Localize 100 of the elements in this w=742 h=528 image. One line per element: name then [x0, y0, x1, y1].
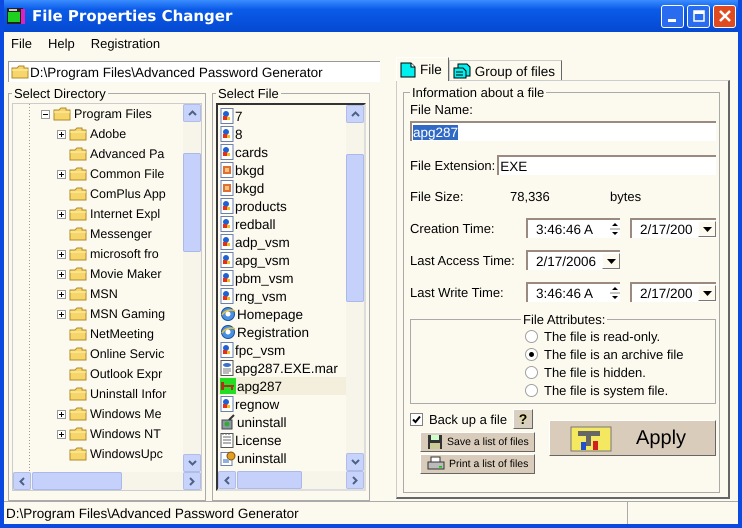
path-field[interactable]: D:\Program Files\Advanced Password Generator	[8, 61, 380, 82]
file-item[interactable]: cards	[218, 143, 346, 161]
file-item[interactable]: bkgd	[218, 179, 346, 197]
date-picker[interactable]: 2/17/200	[630, 282, 716, 302]
minimize-button[interactable]	[661, 4, 684, 28]
tree-item[interactable]: Advanced Pa	[90, 147, 164, 161]
menu-item[interactable]: File	[11, 36, 32, 51]
expand-toggle[interactable]	[57, 170, 66, 178]
radio-button[interactable]	[525, 366, 538, 378]
scroll-up-button[interactable]	[183, 104, 201, 122]
menu-item[interactable]: Registration	[90, 36, 160, 51]
file-item[interactable]: Homepage	[218, 305, 346, 323]
file-item[interactable]: 8	[218, 125, 346, 143]
checkbox-label: Back up a file	[429, 412, 508, 426]
tree-item[interactable]: MSN Gaming	[90, 307, 166, 321]
scroll-down-button[interactable]	[183, 454, 201, 472]
date-picker[interactable]: 2/17/2006	[526, 250, 620, 270]
scroll-thumb[interactable]	[237, 471, 302, 489]
caret-right-icon	[352, 476, 358, 484]
radio-button[interactable]	[525, 384, 538, 396]
horizontal-scrollbar[interactable]	[218, 471, 364, 489]
vertical-scrollbar[interactable]	[346, 105, 364, 471]
save-list-button[interactable]: Save a list of files	[420, 432, 535, 452]
vertical-scrollbar[interactable]	[183, 104, 201, 472]
file-item[interactable]: regnow	[218, 395, 346, 413]
menu-item[interactable]: Help	[48, 36, 75, 51]
file-item[interactable]: fpc_vsm	[218, 341, 346, 359]
tab[interactable]: File	[396, 57, 449, 81]
date-picker[interactable]: 2/17/200	[630, 218, 716, 238]
help-button[interactable]: ?	[513, 409, 534, 429]
collapse-toggle[interactable]	[41, 110, 50, 118]
tree-item[interactable]: Online Servic	[90, 347, 164, 361]
file-item[interactable]: bkgd	[218, 161, 346, 179]
tree-item[interactable]: Program Files	[74, 107, 152, 121]
expand-toggle[interactable]	[57, 310, 66, 318]
expand-toggle[interactable]	[57, 270, 66, 278]
file-item[interactable]: apg287.EXE.mar	[218, 359, 346, 377]
tree-item[interactable]: Uninstall Infor	[90, 387, 166, 401]
print-list-button[interactable]: Print a list of files	[420, 454, 535, 474]
scroll-left-button[interactable]	[218, 471, 236, 489]
scroll-up-button[interactable]	[346, 105, 364, 123]
tree-item[interactable]: microsoft fro	[90, 247, 159, 261]
scroll-right-button[interactable]	[346, 471, 364, 489]
dropdown-button[interactable]	[698, 285, 716, 301]
tree-item[interactable]: WindowsUpc	[90, 447, 163, 461]
tree-item[interactable]: MSN	[90, 287, 118, 301]
apply-button[interactable]: Apply	[549, 420, 716, 456]
checkbox[interactable]	[410, 412, 423, 426]
tree-item[interactable]: Outlook Expr	[90, 367, 162, 381]
file-item[interactable]: pbm_vsm	[218, 269, 346, 287]
file-item[interactable]: uninstall	[218, 449, 346, 467]
file-item[interactable]: adp_vsm	[218, 233, 346, 251]
scroll-right-button[interactable]	[183, 472, 201, 490]
tree-item[interactable]: Messenger	[90, 227, 152, 241]
file-item[interactable]: products	[218, 197, 346, 215]
close-button[interactable]	[713, 4, 736, 28]
tree-item[interactable]: Movie Maker	[90, 267, 162, 281]
document-icon	[220, 126, 234, 142]
dropdown-button[interactable]	[698, 221, 716, 237]
file-item[interactable]: uninstall	[218, 413, 346, 431]
tree-item[interactable]: Common File	[90, 167, 164, 181]
file-name-field[interactable]: apg287	[410, 121, 716, 141]
tab[interactable]: Group of files	[448, 60, 562, 81]
file-item[interactable]: 7	[218, 107, 346, 125]
horizontal-scrollbar[interactable]	[13, 472, 201, 490]
expand-toggle[interactable]	[57, 430, 66, 438]
radio-button[interactable]	[525, 330, 538, 342]
tree-item[interactable]: ComPlus App	[90, 187, 166, 201]
radio-button[interactable]	[525, 348, 538, 360]
tree-item[interactable]: Windows NT	[90, 427, 161, 441]
scroll-thumb[interactable]	[346, 154, 364, 302]
extension-field[interactable]: EXE	[497, 155, 716, 175]
scroll-thumb[interactable]	[32, 472, 122, 490]
document-icon	[220, 234, 234, 250]
tree-item[interactable]: Windows Me	[90, 407, 162, 421]
time-picker[interactable]: 3:46:46 A	[526, 282, 620, 302]
image-file-icon	[220, 162, 234, 178]
tree-item[interactable]: Internet Expl	[90, 207, 160, 221]
scroll-thumb[interactable]	[183, 153, 201, 252]
tree-item[interactable]: Adobe	[90, 127, 126, 141]
file-item[interactable]: License	[218, 431, 346, 449]
file-item[interactable]: redball	[218, 215, 346, 233]
expand-toggle[interactable]	[57, 210, 66, 218]
dropdown-button[interactable]	[602, 253, 620, 269]
file-item[interactable]: rng_vsm	[218, 287, 346, 305]
expand-toggle[interactable]	[57, 410, 66, 418]
spin-arrows-icon[interactable]	[610, 284, 620, 302]
expand-toggle[interactable]	[57, 130, 66, 138]
scroll-left-button[interactable]	[13, 472, 31, 490]
time-picker[interactable]: 3:46:46 A	[526, 218, 620, 238]
tree-item[interactable]: NetMeeting	[90, 327, 154, 341]
spin-arrows-icon[interactable]	[610, 220, 620, 238]
scroll-down-button[interactable]	[346, 453, 364, 471]
file-item[interactable]: apg287	[218, 377, 346, 395]
file-item[interactable]: apg_vsm	[218, 251, 346, 269]
radio-label: The file is hidden.	[544, 364, 646, 380]
expand-toggle[interactable]	[57, 250, 66, 258]
file-item[interactable]: Registration	[218, 323, 346, 341]
expand-toggle[interactable]	[57, 290, 66, 298]
maximize-button[interactable]	[687, 4, 710, 28]
